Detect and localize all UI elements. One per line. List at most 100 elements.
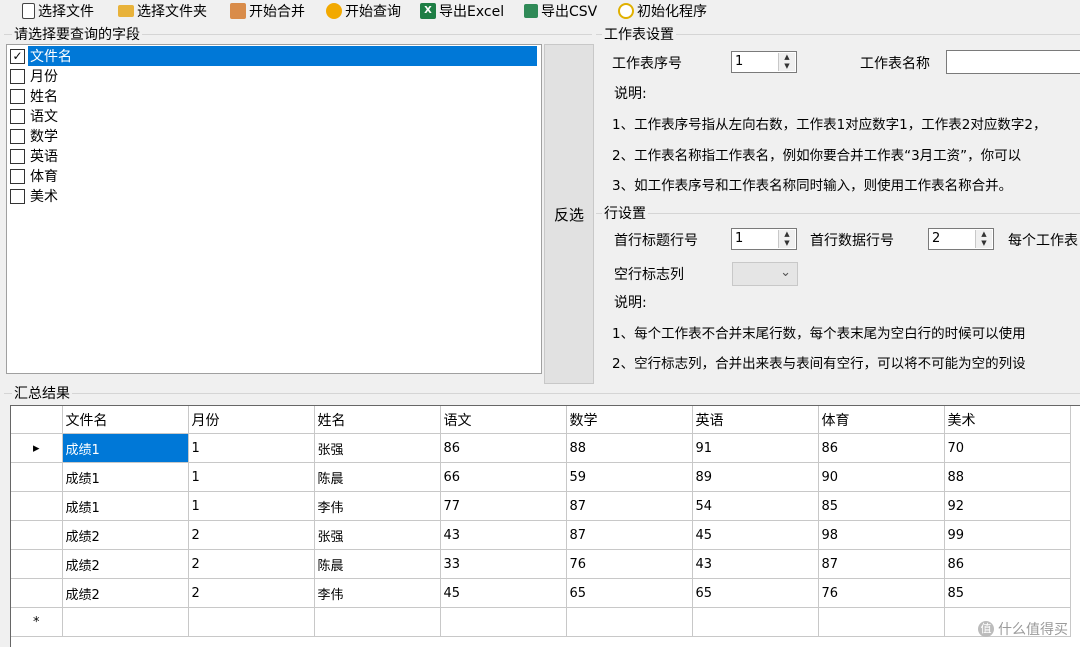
table-cell[interactable]: 98	[818, 520, 945, 550]
column-header[interactable]: 数学	[566, 406, 693, 434]
arrow-up-icon[interactable]: ▲	[779, 53, 795, 62]
table-cell[interactable]: 成绩1	[62, 491, 189, 521]
table-cell[interactable]: 张强	[314, 520, 441, 550]
checkbox-icon[interactable]	[10, 128, 25, 144]
sheet-index-stepper[interactable]: 1 ▲ ▼	[731, 51, 797, 73]
table-cell[interactable]: 1	[188, 462, 315, 492]
arrow-up-icon[interactable]: ▲	[976, 230, 992, 239]
row-header[interactable]	[11, 549, 63, 579]
init-program-button[interactable]: 初始化程序	[618, 0, 707, 22]
table-cell[interactable]	[314, 607, 441, 637]
row-header[interactable]	[11, 462, 63, 492]
table-cell[interactable]: 88	[566, 433, 693, 463]
stepper-arrows[interactable]: ▲ ▼	[975, 230, 992, 248]
table-cell[interactable]: 成绩2	[62, 549, 189, 579]
table-cell[interactable]: 成绩2	[62, 578, 189, 608]
table-cell[interactable]	[818, 607, 945, 637]
table-row[interactable]: 成绩2 2 李伟 45 65 65 76 85	[11, 578, 1071, 608]
checkbox-icon[interactable]	[10, 168, 25, 184]
arrow-down-icon[interactable]: ▼	[779, 239, 795, 248]
table-cell[interactable]: 91	[692, 433, 819, 463]
column-header[interactable]: 英语	[692, 406, 819, 434]
column-header[interactable]: 姓名	[314, 406, 441, 434]
table-cell[interactable]: 1	[188, 491, 315, 521]
table-cell[interactable]: 86	[818, 433, 945, 463]
table-cell[interactable]: 33	[440, 549, 567, 579]
table-row[interactable]: 成绩2 2 张强 43 87 45 98 99	[11, 520, 1071, 550]
row-header[interactable]	[11, 491, 63, 521]
table-cell[interactable]	[566, 607, 693, 637]
data-row-stepper[interactable]: 2 ▲ ▼	[928, 228, 994, 250]
export-csv-button[interactable]: 导出CSV	[524, 0, 597, 22]
table-cell[interactable]: 87	[566, 491, 693, 521]
table-cell[interactable]: 43	[440, 520, 567, 550]
table-cell[interactable]: 李伟	[314, 578, 441, 608]
table-cell[interactable]: 43	[692, 549, 819, 579]
field-item-math[interactable]: 数学	[10, 126, 60, 146]
select-folder-button[interactable]: 选择文件夹	[118, 0, 207, 22]
table-row[interactable]: 成绩2 2 陈晨 33 76 43 87 86	[11, 549, 1071, 579]
field-checklist[interactable]: ✓ 文件名 月份 姓名 语文 数学 英语 体育 美术	[6, 44, 542, 374]
select-file-button[interactable]: 选择文件	[22, 0, 94, 22]
field-item-month[interactable]: 月份	[10, 66, 60, 86]
table-cell[interactable]: 成绩1	[62, 433, 189, 463]
table-cell[interactable]: 2	[188, 578, 315, 608]
column-header[interactable]: 语文	[440, 406, 567, 434]
table-cell[interactable]: 89	[692, 462, 819, 492]
arrow-up-icon[interactable]: ▲	[779, 230, 795, 239]
table-cell[interactable]	[440, 607, 567, 637]
row-header[interactable]	[11, 520, 63, 550]
field-item-name[interactable]: 姓名	[10, 86, 60, 106]
column-header[interactable]: 体育	[818, 406, 945, 434]
table-cell[interactable]	[62, 607, 189, 637]
table-cell[interactable]: 2	[188, 520, 315, 550]
field-item-art[interactable]: 美术	[10, 186, 60, 206]
header-row-stepper[interactable]: 1 ▲ ▼	[731, 228, 797, 250]
table-cell[interactable]: 54	[692, 491, 819, 521]
start-merge-button[interactable]: 开始合并	[230, 0, 305, 22]
table-cell[interactable]: 76	[818, 578, 945, 608]
table-row[interactable]: 成绩1 1 陈晨 66 59 89 90 88	[11, 462, 1071, 492]
table-cell[interactable]: 陈晨	[314, 549, 441, 579]
table-cell[interactable]	[188, 607, 315, 637]
new-row[interactable]: *	[11, 607, 1071, 637]
table-cell[interactable]: 86	[944, 549, 1071, 579]
invert-selection-button[interactable]: 反选	[544, 44, 594, 384]
table-cell[interactable]: 90	[818, 462, 945, 492]
row-header[interactable]	[11, 578, 63, 608]
checkbox-icon[interactable]	[10, 68, 25, 84]
table-cell[interactable]: 59	[566, 462, 693, 492]
sheet-name-input[interactable]	[946, 50, 1080, 74]
export-excel-button[interactable]: X 导出Excel	[420, 0, 504, 22]
column-header[interactable]: 美术	[944, 406, 1071, 434]
checkbox-icon[interactable]	[10, 88, 25, 104]
table-cell[interactable]: 成绩1	[62, 462, 189, 492]
table-cell[interactable]	[692, 607, 819, 637]
checkbox-icon[interactable]	[10, 188, 25, 204]
table-cell[interactable]: 92	[944, 491, 1071, 521]
table-cell[interactable]: 45	[440, 578, 567, 608]
table-cell[interactable]: 张强	[314, 433, 441, 463]
table-row[interactable]: ▸ 成绩1 1 张强 86 88 91 86 70	[11, 433, 1071, 463]
table-cell[interactable]: 99	[944, 520, 1071, 550]
table-cell[interactable]: 86	[440, 433, 567, 463]
table-cell[interactable]: 成绩2	[62, 520, 189, 550]
table-cell[interactable]: 77	[440, 491, 567, 521]
table-cell[interactable]: 85	[818, 491, 945, 521]
table-row[interactable]: 成绩1 1 李伟 77 87 54 85 92	[11, 491, 1071, 521]
table-cell[interactable]: 65	[566, 578, 693, 608]
checkbox-icon[interactable]	[10, 148, 25, 164]
arrow-down-icon[interactable]: ▼	[779, 62, 795, 71]
table-cell[interactable]: 65	[692, 578, 819, 608]
table-cell[interactable]: 45	[692, 520, 819, 550]
field-item-filename[interactable]: ✓ 文件名	[10, 45, 538, 67]
blank-col-dropdown[interactable]: ⌄	[732, 262, 798, 286]
table-cell[interactable]: 李伟	[314, 491, 441, 521]
arrow-down-icon[interactable]: ▼	[976, 239, 992, 248]
checkbox-icon[interactable]	[10, 108, 25, 124]
results-grid[interactable]: 文件名 月份 姓名 语文 数学 英语 体育 美术 ▸ 成绩1 1 张强 86 8…	[10, 405, 1080, 647]
table-cell[interactable]: 76	[566, 549, 693, 579]
checkbox-checked-icon[interactable]: ✓	[10, 48, 25, 64]
start-query-button[interactable]: 开始查询	[326, 0, 401, 22]
stepper-arrows[interactable]: ▲ ▼	[778, 53, 795, 71]
